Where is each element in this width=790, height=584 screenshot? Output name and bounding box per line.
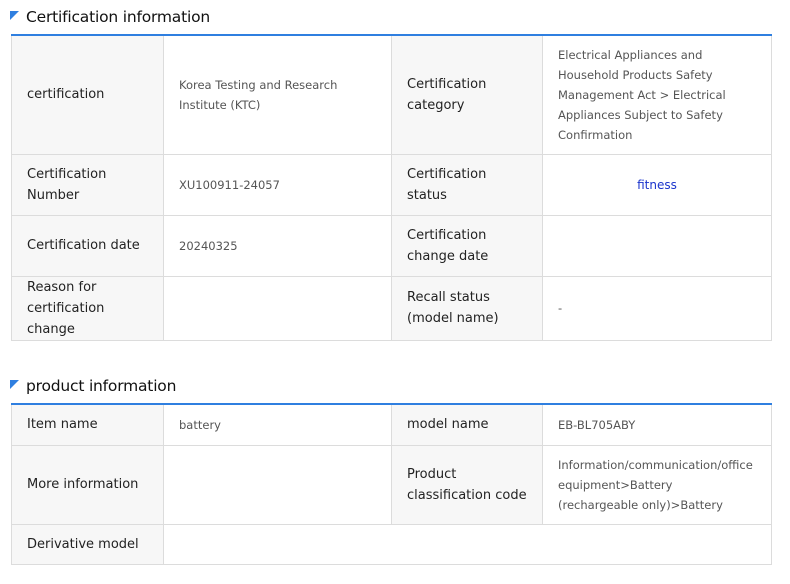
cert-section-title: Certification information — [10, 6, 210, 28]
certification-number-label: Certification Number — [11, 153, 164, 216]
product-section-title-text: product information — [26, 377, 177, 395]
cert-section-title-text: Certification information — [26, 8, 210, 26]
recall-status-value: - — [542, 275, 772, 341]
derivative-model-label: Derivative model — [11, 523, 164, 565]
certification-change-reason-value — [163, 275, 392, 341]
product-classification-code-label: Product classification code — [391, 444, 543, 525]
certification-status-label: Certification status — [391, 153, 543, 216]
certification-value: Korea Testing and Research Institute (KT… — [163, 34, 392, 155]
certification-status-value: fitness — [542, 153, 772, 216]
table-row: Certification date 20240325 Certificatio… — [11, 214, 772, 277]
table-row: Derivative model — [11, 523, 772, 565]
certification-category-label: Certification category — [391, 34, 543, 155]
product-section-title: product information — [10, 375, 176, 397]
table-row: Certification Number XU100911-24057 Cert… — [11, 153, 772, 216]
table-row: Reason for certification change Recall s… — [11, 275, 772, 341]
recall-status-label: Recall status (model name) — [391, 275, 543, 341]
model-name-label: model name — [391, 403, 543, 446]
blue-corner-triangle-icon — [10, 379, 19, 389]
certification-label: certification — [11, 34, 164, 155]
table-row: certification Korea Testing and Research… — [11, 34, 772, 155]
more-information-label: More information — [11, 444, 164, 525]
certification-change-reason-label: Reason for certification change — [11, 275, 164, 341]
certification-category-value: Electrical Appliances and Household Prod… — [542, 34, 772, 155]
item-name-value: battery — [163, 403, 392, 446]
model-name-value: EB-BL705ABY — [542, 403, 772, 446]
certification-number-value: XU100911-24057 — [163, 153, 392, 216]
certification-change-date-label: Certification change date — [391, 214, 543, 277]
blue-corner-triangle-icon — [10, 10, 19, 20]
product-classification-code-value: Information/communication/office equipme… — [542, 444, 772, 525]
derivative-model-value — [163, 523, 772, 565]
table-row: Item name battery model name EB-BL705ABY — [11, 403, 772, 446]
certification-date-label: Certification date — [11, 214, 164, 277]
table-row: More information Product classification … — [11, 444, 772, 525]
certification-date-value: 20240325 — [163, 214, 392, 277]
certification-change-date-value — [542, 214, 772, 277]
item-name-label: Item name — [11, 403, 164, 446]
product-info-table: Item name battery model name EB-BL705ABY… — [11, 403, 772, 565]
more-information-value — [163, 444, 392, 525]
cert-info-table: certification Korea Testing and Research… — [11, 34, 772, 341]
